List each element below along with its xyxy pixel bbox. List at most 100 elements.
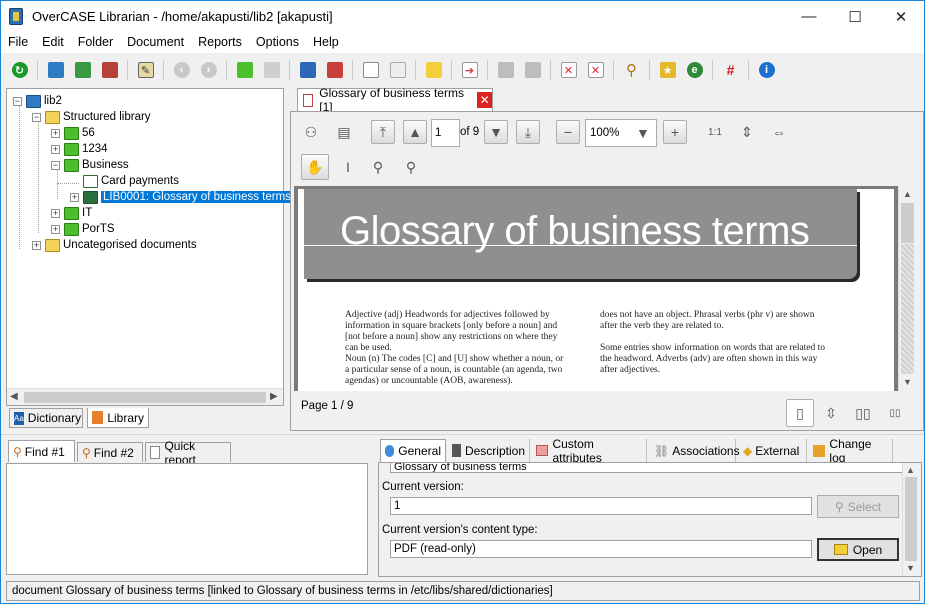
maximize-button[interactable]: ☐ xyxy=(832,1,878,32)
expand-toggle[interactable]: + xyxy=(51,224,60,234)
tree-item-it[interactable]: + IT xyxy=(51,205,92,221)
menu-edit[interactable]: Edit xyxy=(35,32,71,53)
search-button[interactable]: ⚲ xyxy=(621,60,642,81)
favorite-button[interactable]: ★ xyxy=(657,60,678,81)
tab-glossary-document[interactable]: Glossary of business terms [1] ✕ xyxy=(297,86,493,114)
horizontal-splitter[interactable] xyxy=(1,434,924,437)
menu-options[interactable]: Options xyxy=(249,32,306,53)
select-version-button[interactable]: ⚲ Select xyxy=(817,495,899,518)
save-button[interactable] xyxy=(495,60,516,81)
menu-reports[interactable]: Reports xyxy=(191,32,249,53)
refresh-button[interactable]: ↻ xyxy=(9,60,30,81)
menu-help[interactable]: Help xyxy=(306,32,346,53)
about-button[interactable]: i xyxy=(756,60,777,81)
properties-vscrollbar[interactable]: ▲ ▼ xyxy=(902,463,919,576)
tab-change-log[interactable]: Change log xyxy=(809,437,893,465)
folder-properties-button[interactable] xyxy=(261,60,282,81)
tree-item-uncategorised[interactable]: + Uncategorised documents xyxy=(32,237,197,253)
delete-all-button[interactable]: ✕ xyxy=(585,60,606,81)
pdf-vscrollbar[interactable]: ▲ ▼ xyxy=(898,186,916,391)
scroll-thumb[interactable] xyxy=(901,203,914,243)
scroll-up-icon[interactable]: ▲ xyxy=(903,189,912,199)
forward-button[interactable]: › xyxy=(198,60,219,81)
facing-view-button[interactable]: ▯▯ xyxy=(851,401,875,425)
tree-item-card-payments[interactable]: Card payments xyxy=(83,173,179,189)
expand-toggle[interactable]: + xyxy=(70,192,79,202)
new-library-button[interactable] xyxy=(45,60,66,81)
continuous-facing-view-button[interactable]: ▯▯ xyxy=(883,401,907,425)
fit-page-button[interactable]: ⇕ xyxy=(735,120,759,144)
tab-find-1[interactable]: ⚲ Find #1 xyxy=(8,440,75,462)
tree-item-1234[interactable]: + 1234 xyxy=(51,141,108,157)
zoom-in-button[interactable]: + xyxy=(663,120,687,144)
menu-file[interactable]: File xyxy=(1,32,35,53)
single-page-view-button[interactable]: ▯ xyxy=(786,399,814,427)
open-document-button[interactable]: Open xyxy=(817,538,899,561)
new-folder-button[interactable] xyxy=(234,60,255,81)
dynamic-zoom-button[interactable]: ⚲ xyxy=(399,155,423,179)
fit-width-button[interactable]: ⇔ xyxy=(767,120,791,144)
close-tab-icon[interactable]: ✕ xyxy=(477,92,492,108)
actual-size-button[interactable]: 1:1 xyxy=(703,120,727,144)
remove-document-button[interactable] xyxy=(324,60,345,81)
expand-toggle[interactable]: + xyxy=(51,128,60,138)
scroll-down-icon[interactable]: ▼ xyxy=(903,377,912,387)
page-properties-button[interactable]: ▤ xyxy=(332,120,356,144)
scroll-down-icon[interactable]: ▼ xyxy=(906,563,915,573)
tab-external[interactable]: ◆ External xyxy=(739,439,807,462)
document-name-field[interactable]: Glossary of business terms xyxy=(390,462,910,473)
tree-item-glossary[interactable]: + LIB0001: Glossary of business terms xyxy=(70,189,293,205)
first-page-button[interactable]: ⤒ xyxy=(371,120,395,144)
current-version-field[interactable]: 1 xyxy=(390,497,812,515)
expand-toggle[interactable]: + xyxy=(32,240,41,250)
pan-tool-button[interactable]: ✋ xyxy=(301,154,329,180)
back-button[interactable]: ‹ xyxy=(171,60,192,81)
close-button[interactable]: ✕ xyxy=(878,1,924,32)
collapse-toggle[interactable]: − xyxy=(32,112,41,122)
expand-toggle[interactable]: + xyxy=(51,208,60,218)
tab-library[interactable]: Library xyxy=(87,408,149,428)
scroll-track[interactable] xyxy=(901,244,914,374)
scroll-left-icon[interactable]: ◀ xyxy=(10,391,18,402)
tab-description[interactable]: Description xyxy=(448,439,530,462)
numbering-button[interactable]: # xyxy=(720,60,741,81)
tree-item-business[interactable]: − Business xyxy=(51,157,129,173)
tab-dictionary[interactable]: Aa Dictionary xyxy=(9,408,83,428)
delete-button[interactable]: ✕ xyxy=(558,60,579,81)
tab-general[interactable]: General xyxy=(380,439,446,462)
scroll-thumb[interactable] xyxy=(24,392,266,403)
pdf-canvas[interactable]: Glossary of business terms Adjective (ad… xyxy=(294,186,898,391)
tree-item-56[interactable]: + 56 xyxy=(51,125,95,141)
tab-associations[interactable]: ⛓ Associations xyxy=(650,439,740,462)
next-page-button[interactable]: ▼ xyxy=(484,120,508,144)
previous-page-button[interactable]: ▲ xyxy=(403,120,427,144)
zoom-out-button[interactable]: − xyxy=(556,120,580,144)
zoom-select[interactable]: 100% ▼ xyxy=(585,119,657,147)
save-all-button[interactable] xyxy=(522,60,543,81)
tree-hscrollbar[interactable]: ◀ ▶ xyxy=(7,388,283,405)
tab-find-2[interactable]: ⚲ Find #2 xyxy=(77,442,143,462)
menu-folder[interactable]: Folder xyxy=(71,32,120,53)
content-type-field[interactable]: PDF (read-only) xyxy=(390,540,812,558)
scroll-right-icon[interactable]: ▶ xyxy=(270,391,278,402)
marquee-zoom-button[interactable]: ⚲ xyxy=(366,155,390,179)
page-number-input[interactable] xyxy=(431,119,460,147)
tab-quick-report[interactable]: Quick report xyxy=(145,439,231,467)
scroll-up-icon[interactable]: ▲ xyxy=(906,465,915,475)
document-button[interactable] xyxy=(360,60,381,81)
open-folder-button[interactable] xyxy=(423,60,444,81)
find-in-document-button[interactable]: ⚇ xyxy=(299,120,323,144)
tree-item-ports[interactable]: + PorTS xyxy=(51,221,115,237)
library-sync-button[interactable]: e xyxy=(684,60,705,81)
document-copy-button[interactable] xyxy=(387,60,408,81)
continuous-view-button[interactable]: ⇳ xyxy=(819,401,843,425)
add-document-button[interactable] xyxy=(297,60,318,81)
export-button[interactable]: ➔ xyxy=(459,60,480,81)
minimize-button[interactable]: — xyxy=(786,1,832,32)
collapse-toggle[interactable]: − xyxy=(13,96,22,106)
menu-document[interactable]: Document xyxy=(120,32,191,53)
tree-item-lib2[interactable]: − lib2 xyxy=(13,93,62,109)
last-page-button[interactable]: ⤓ xyxy=(516,120,540,144)
open-library-button[interactable] xyxy=(72,60,93,81)
tree-item-structured-library[interactable]: − Structured library xyxy=(32,109,151,125)
